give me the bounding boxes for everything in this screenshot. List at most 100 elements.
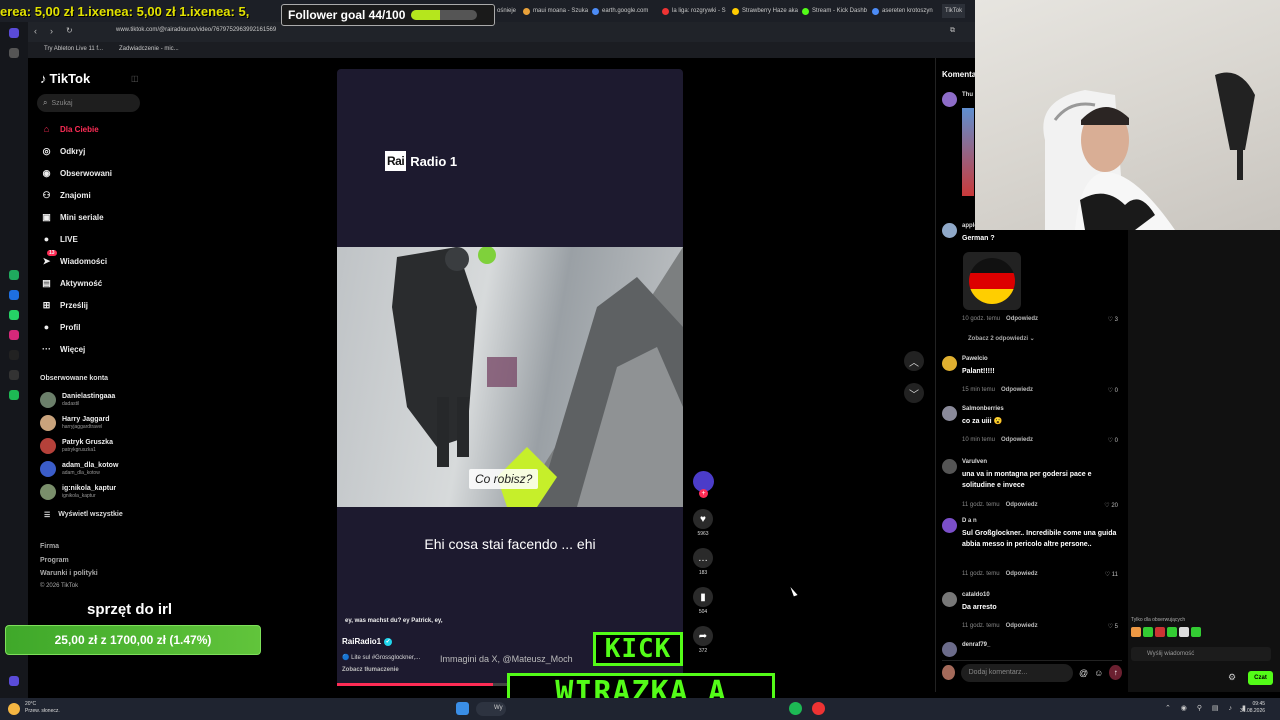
collapse-sidebar-icon[interactable]: ◫ — [131, 74, 139, 83]
avatar[interactable] — [942, 356, 957, 371]
instagram-icon[interactable] — [9, 330, 19, 340]
mention-icon[interactable]: @ — [1079, 668, 1088, 678]
sidebar-item-mini-seriale[interactable]: ▣ Mini seriale — [40, 209, 103, 225]
browser-tab[interactable]: asereten krotoszyn — [872, 4, 933, 18]
bookmark-item[interactable]: Zadwiadczenie - mic... — [119, 46, 179, 52]
comment-icon[interactable]: … — [693, 548, 713, 568]
sidebar-item-odkryj[interactable]: ◎ Odkryj — [40, 143, 86, 159]
chat-input[interactable]: Wyślij wiadomość — [1131, 647, 1271, 661]
browser-tab[interactable]: Stream - Kick Dashb — [802, 4, 867, 18]
comment-like[interactable]: ♡ 20 — [1104, 502, 1118, 509]
comment-like[interactable]: ♡ 0 — [1108, 387, 1118, 394]
reply-button[interactable]: Odpowiedz — [1001, 437, 1033, 443]
comment-action[interactable]: … 183 — [692, 548, 714, 576]
video-author[interactable]: RaiRadio1 ✓ — [342, 637, 393, 646]
emote-icon[interactable] — [1155, 627, 1165, 637]
forward-icon[interactable]: › — [50, 26, 53, 36]
followed-account[interactable]: Patryk Gruszka patrykgruszka1 — [40, 438, 113, 454]
footer-link[interactable]: Warunki i polityki — [40, 570, 98, 577]
tiktok-logo[interactable]: ♪ TikTok — [40, 71, 90, 86]
followed-account[interactable]: Danielastingaaa dadastil — [40, 392, 115, 408]
comment-username[interactable]: Pawelcio — [962, 356, 988, 362]
avatar[interactable] — [942, 642, 957, 657]
emoji-icon[interactable]: ☺ — [1094, 668, 1103, 678]
comment-username[interactable]: Varulven — [962, 459, 987, 465]
comment-username[interactable]: cataldo10 — [962, 592, 990, 598]
send-comment-button[interactable]: ↑ — [1109, 665, 1122, 680]
comment-like[interactable]: ♡ 3 — [1108, 316, 1118, 323]
emote-icon[interactable] — [1167, 627, 1177, 637]
bookmark-item[interactable]: Try Ableton Live 11 f... — [44, 46, 103, 52]
weather-widget[interactable]: 20°C Przew. słonecz. — [25, 701, 60, 715]
heart-icon[interactable]: ♥ — [693, 509, 713, 529]
reload-icon[interactable]: ↻ — [66, 26, 73, 35]
footer-link[interactable]: Program — [40, 557, 69, 564]
chevron-down-icon[interactable]: ﹀ — [904, 383, 924, 403]
sidebar-item-dla-ciebie[interactable]: ⌂ Dla Ciebie — [40, 121, 99, 137]
reply-button[interactable]: Odpowiedz — [1006, 502, 1038, 508]
sidebar-item-więcej[interactable]: ··· Więcej — [40, 341, 85, 357]
comment-username[interactable]: D a n — [962, 518, 977, 524]
windows-start-icon[interactable] — [456, 702, 469, 715]
browser-tab[interactable]: maui moana - Szuka — [523, 4, 588, 18]
emote-icon[interactable] — [1131, 627, 1141, 637]
video-description[interactable]: 🔵 Lite sul #Grossglockner,... — [342, 654, 420, 661]
comment-like[interactable]: ♡ 11 — [1105, 571, 1118, 578]
share-icon[interactable]: ➦ — [693, 626, 713, 646]
avatar[interactable] — [942, 592, 957, 607]
reply-button[interactable]: Odpowiedz — [1006, 316, 1038, 322]
search-input[interactable]: ⌕ Szukaj — [37, 94, 140, 112]
messenger-icon[interactable] — [9, 290, 19, 300]
browser-tab[interactable]: Strawberry Haze aka — [732, 4, 798, 18]
app-icon[interactable] — [9, 270, 19, 280]
spotify-icon[interactable] — [789, 702, 802, 715]
settings-icon[interactable] — [9, 676, 19, 686]
sidebar-item-live[interactable]: ● LIVE — [40, 231, 78, 247]
followed-account[interactable]: ig:nikola_kaptur ignikola_kaptur — [40, 484, 116, 500]
app-icon[interactable] — [812, 702, 825, 715]
chevron-up-icon[interactable]: ︿ — [904, 351, 924, 371]
emote-icon[interactable] — [1143, 627, 1153, 637]
sidebar-item-prześlij[interactable]: ⊞ Prześlij — [40, 297, 88, 313]
tray-icons[interactable]: ⌃ ◉ ⚲ ▤ ♪ ▮ — [1165, 704, 1250, 712]
follow-plus-icon[interactable]: + — [699, 489, 708, 498]
browser-tab-active[interactable]: TikTok — [942, 4, 966, 18]
star-icon[interactable] — [9, 48, 19, 58]
avatar[interactable] — [942, 459, 957, 474]
show-all-button[interactable]: ☰ Wyświetl wszystkie — [44, 511, 123, 519]
comment-like[interactable]: ♡ 0 — [1108, 437, 1118, 444]
footer-link[interactable]: Firma — [40, 543, 59, 550]
comment-like[interactable]: ♡ 5 — [1108, 623, 1118, 630]
clock[interactable]: 09:45 31.08.2026 — [1240, 701, 1265, 715]
like-action[interactable]: ♥ 5963 — [692, 509, 714, 537]
avatar[interactable] — [942, 406, 957, 421]
followed-account[interactable]: Harry Jaggard harryjaggardtravel — [40, 415, 109, 431]
comment-input[interactable]: Dodaj komentarz... — [960, 663, 1074, 682]
browser-tab[interactable]: ośnieje — [497, 4, 516, 18]
back-icon[interactable]: ‹ — [34, 26, 37, 36]
chat-send-button[interactable]: Czat — [1248, 671, 1273, 685]
gear-icon[interactable]: ⚙ — [1228, 672, 1236, 683]
sidebar-item-profil[interactable]: ● Profil — [40, 319, 81, 335]
taskbar-search[interactable]: Wy — [476, 702, 506, 716]
sidebar-item-wiadomości[interactable]: ➤ Wiadomości 13 — [40, 250, 107, 269]
followed-account[interactable]: adam_dla_kotow adam_dla_kotow — [40, 461, 118, 477]
browser-tab[interactable]: la liga: rozgrywki - S — [662, 4, 726, 18]
emote-icon[interactable] — [1191, 627, 1201, 637]
see-replies-link[interactable]: Zobacz 2 odpowiedzi ⌄ — [968, 335, 1035, 342]
sidebar-item-znajomi[interactable]: ⚇ Znajomi — [40, 187, 90, 203]
reply-button[interactable]: Odpowiedz — [1006, 623, 1038, 629]
x-icon[interactable] — [9, 370, 19, 380]
extensions-icon[interactable]: ⧉ — [950, 27, 955, 35]
tiktok-icon[interactable] — [9, 350, 19, 360]
avatar[interactable] — [942, 223, 957, 238]
url-text[interactable]: www.tiktok.com/@rairadiouno/video/767975… — [116, 27, 276, 33]
whatsapp-icon[interactable] — [9, 310, 19, 320]
browser-tab[interactable]: earth.google.com — [592, 4, 648, 18]
see-translation-link[interactable]: Zobacz tłumaczenie — [342, 667, 399, 673]
sidebar-item-aktywność[interactable]: ▤ Aktywność — [40, 275, 102, 291]
emote-icon[interactable] — [1179, 627, 1189, 637]
comment-username[interactable]: denraf79_ — [962, 642, 990, 648]
share-action[interactable]: ➦ 372 — [692, 626, 714, 654]
reply-button[interactable]: Odpowiedz — [1001, 387, 1033, 393]
